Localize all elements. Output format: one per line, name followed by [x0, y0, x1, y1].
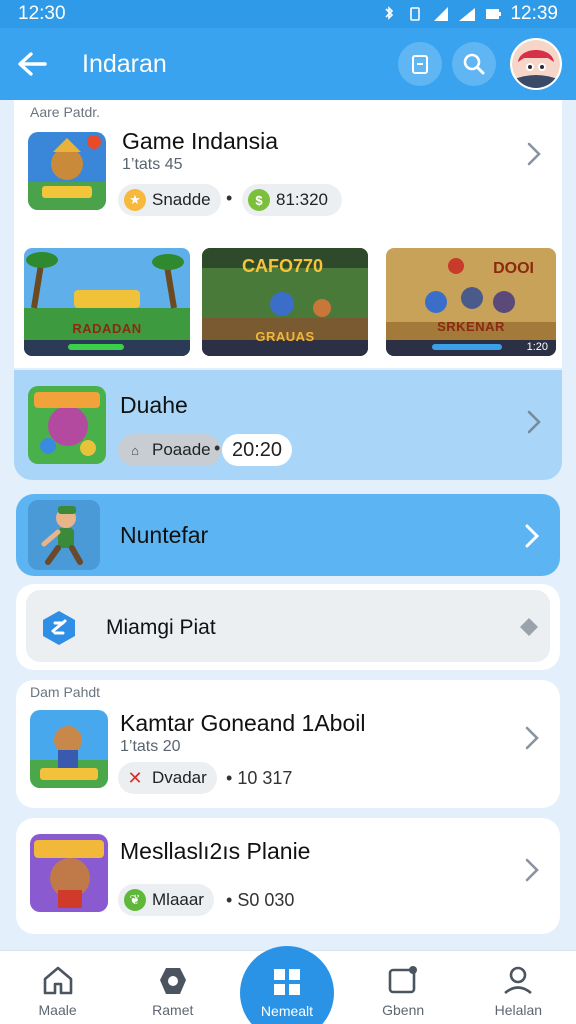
separator: • [226, 188, 233, 208]
coin-icon: $ [248, 189, 270, 211]
game-art-icon [30, 834, 108, 912]
chevron-right-icon[interactable] [522, 724, 542, 752]
nav-label: Gbenn [382, 1002, 425, 1018]
game-art-icon [28, 386, 106, 464]
chevron-right-icon[interactable] [522, 856, 542, 884]
list-item-duahe[interactable]: Duahe ⌂ Poaade • 20:20 [14, 370, 562, 480]
screenshot-2[interactable]: CAFO770 GRAUAS [202, 248, 368, 356]
controller-icon [159, 968, 186, 994]
screenshot-1-art [24, 248, 190, 356]
value-text: • 10 317 [226, 768, 293, 788]
screenshot-1[interactable]: RADADAN [24, 248, 190, 356]
app-bar: Indaran [0, 28, 576, 100]
list-item-nuntefar[interactable]: Nuntefar [16, 494, 560, 576]
grid-icon [274, 969, 300, 995]
search-button[interactable] [452, 42, 496, 86]
crown-icon: ★ [124, 189, 146, 211]
category-label: Mlaaar [152, 890, 204, 909]
game-thumbnail [28, 386, 106, 464]
signal-icon [434, 7, 449, 21]
item-title: Miamgi Piat [106, 616, 216, 639]
bluetooth-icon [385, 6, 394, 20]
nav-item-gbenn[interactable]: Gbenn [355, 950, 451, 1024]
list-item-mesllas[interactable]: Mesllaslı2ıs Planie ❦ Mlaaar • S0 030 [16, 818, 560, 934]
bookmark-button[interactable] [398, 42, 442, 86]
screenshot-3-top-text: DOOI [493, 260, 534, 277]
back-arrow-icon [18, 52, 47, 76]
value-badge: $ 81:320 [242, 184, 342, 216]
screenshot-3[interactable]: DOOI SRKENAR 1:20 [386, 248, 556, 356]
nav-label: Ramet [152, 1002, 194, 1018]
item-title: Nuntefar [120, 522, 209, 548]
game-thumbnail [28, 132, 106, 210]
avatar-icon [512, 40, 560, 88]
game-thumbnail [30, 710, 108, 788]
chevron-right-icon[interactable] [524, 408, 544, 436]
featured-card[interactable]: Aare Patdr. Game Indansia 1’tats 45 ★ Sn… [14, 100, 562, 368]
screenshot-3-label: SRKENAR [437, 319, 505, 334]
category-badge[interactable]: ✕ Dvadar [118, 762, 217, 794]
value-text: • S0 030 [226, 890, 295, 910]
category-badge[interactable]: ❦ Mlaaar [118, 884, 214, 916]
game-subtitle: 1’tats 20 [120, 738, 181, 755]
nav-item-home[interactable]: Maale [10, 950, 106, 1024]
status-time: 12:30 [18, 3, 66, 24]
nav-item-profile[interactable]: Helalan [470, 950, 566, 1024]
hexagon-link-icon [43, 611, 75, 645]
game-thumbnail [30, 834, 108, 912]
value-text: 81:320 [276, 190, 328, 209]
item-background [26, 590, 550, 662]
battery-icon [486, 9, 502, 19]
chevron-right-icon[interactable] [522, 522, 542, 550]
diamond-icon[interactable] [518, 616, 540, 638]
nav-label: Nemealt [260, 1003, 314, 1019]
avatar[interactable] [510, 38, 562, 90]
list-item-kamtar[interactable]: Dam Pahdt Kamtar Goneand 1Aboil 1’tats 2… [16, 680, 560, 808]
screenshot-2-top-text: CAFO770 [242, 256, 324, 276]
character-icon [41, 506, 83, 565]
close-icon: ✕ [127, 767, 143, 788]
category-badge[interactable]: ⌂ Poaade [118, 434, 221, 466]
tag-icon: ⌂ [131, 442, 139, 458]
nav-label: Maale [38, 1002, 77, 1018]
section-tag: Dam Pahdt [30, 684, 101, 700]
game-subtitle: 1’tats 45 [122, 156, 183, 173]
nav-label: Helalan [494, 1002, 543, 1018]
back-button[interactable] [0, 28, 64, 100]
game-title: Game Indansia [122, 128, 278, 154]
vibrate-icon [410, 7, 421, 21]
section-tag: Aare Patdr. [30, 104, 101, 120]
screenshot-2-label: GRAUAS [255, 329, 315, 344]
nav-item-ramet[interactable]: Ramet [125, 950, 221, 1024]
game-thumbnail [28, 500, 100, 570]
value-badge: 20:20 [222, 434, 293, 466]
status-bar: 12:30 12:39 [0, 0, 576, 28]
game-title: Kamtar Goneand 1Aboil [120, 710, 366, 736]
screenshot-1-label: RADADAN [72, 321, 142, 336]
list-item-miamgi[interactable]: Miamgi Piat [16, 584, 560, 670]
search-icon [463, 53, 485, 75]
status-time-right: 12:39 [510, 3, 558, 24]
game-art-icon [30, 710, 108, 788]
game-title: Duahe [120, 392, 188, 418]
category-label: Dvadar [152, 768, 207, 787]
value-text: 20:20 [232, 438, 283, 461]
category-label: Poaade [152, 440, 211, 459]
screenshot-3-corner: 1:20 [526, 341, 548, 353]
bookmark-icon [412, 55, 428, 74]
category-badge[interactable]: ★ Snadde [118, 184, 221, 216]
chevron-right-icon[interactable] [524, 140, 544, 168]
notification-icon [388, 966, 418, 994]
game-title: Mesllaslı2ıs Planie [120, 838, 311, 864]
page-title: Indaran [82, 49, 167, 78]
profile-icon [504, 966, 533, 995]
game-art-icon [28, 132, 106, 210]
separator: • [214, 438, 221, 458]
home-icon [43, 966, 72, 995]
leaf-icon: ❦ [124, 889, 146, 911]
wifi-icon [459, 8, 476, 21]
category-label: Snadde [152, 190, 211, 209]
